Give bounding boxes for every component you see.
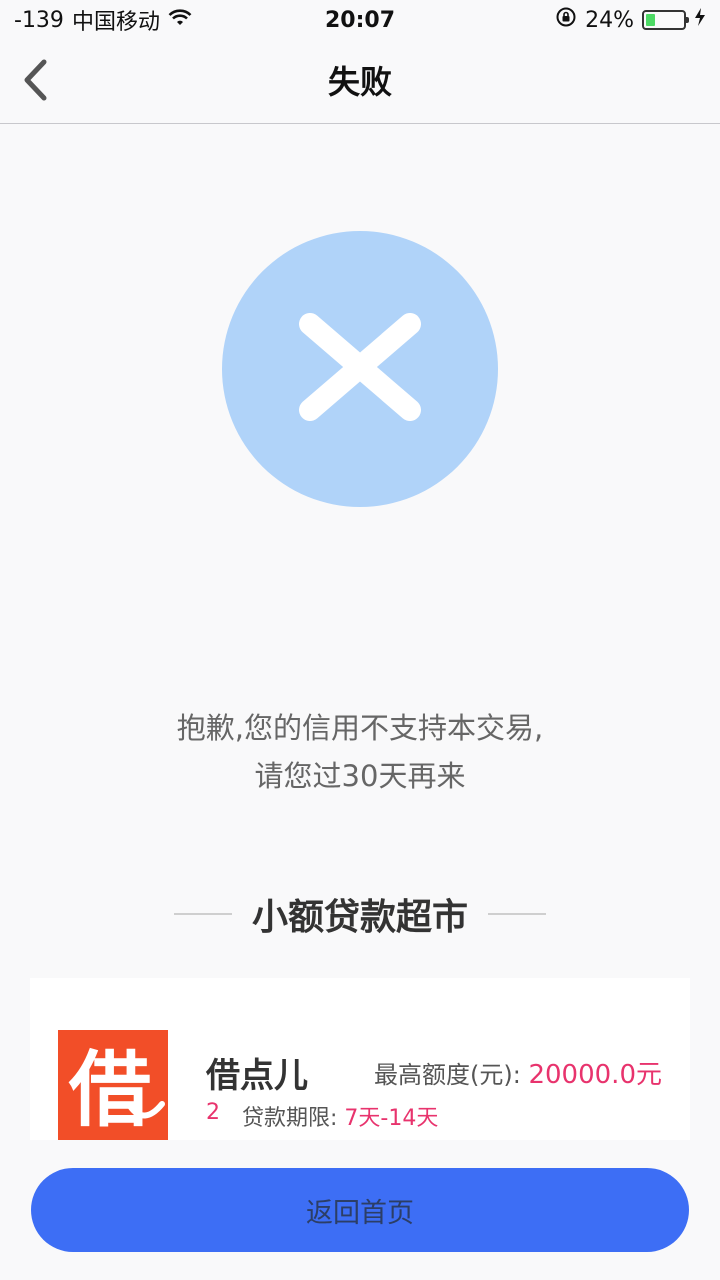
loan-name: 借点儿 — [206, 1056, 308, 1096]
failure-message-line2: 请您过30天再来 — [254, 759, 466, 793]
loan-limit-label: 最高额度(元): — [374, 1061, 521, 1089]
battery-icon — [642, 10, 689, 30]
loan-details: 2 贷款期限: 7天-14天 — [206, 1100, 438, 1132]
chevron-left-icon — [20, 58, 50, 106]
loan-logo-graphic: 借 — [68, 1043, 165, 1138]
failure-message: 抱歉,您的信用不支持本交易, 请您过30天再来 — [0, 704, 720, 800]
divider-left — [173, 913, 232, 915]
failure-message-line1: 抱歉,您的信用不支持本交易, — [176, 711, 544, 745]
status-bar: -139 中国移动 20:07 24% — [0, 0, 720, 40]
page-title: 失败 — [327, 63, 392, 101]
loan-limit-value: 20000.0元 — [528, 1060, 662, 1090]
loan-term-label: 贷款期限: — [242, 1106, 338, 1131]
battery-fill — [646, 14, 655, 26]
loan-term: 贷款期限: 7天-14天 — [242, 1100, 438, 1132]
failure-badge — [222, 231, 498, 507]
close-icon — [298, 312, 422, 426]
loan-logo: 借 — [58, 1030, 168, 1140]
divider-right — [488, 913, 546, 915]
loan-term-value: 7天-14天 — [344, 1106, 439, 1131]
loan-product-card[interactable]: 借 借点儿 最高额度(元): 20000.0元 2 贷款期限: 7天-14天 — [30, 978, 690, 1158]
status-time: 20:07 — [324, 7, 396, 33]
loan-rank: 2 — [206, 1100, 220, 1125]
return-home-button[interactable]: 返回首页 — [31, 1168, 689, 1252]
loan-limit: 最高额度(元): 20000.0元 — [374, 1054, 662, 1091]
section-header: 小额贷款超市 — [0, 888, 720, 940]
loan-logo-text: 借 — [68, 1043, 151, 1138]
nav-bar: 失败 — [0, 40, 720, 124]
section-title: 小额贷款超市 — [251, 897, 468, 938]
back-button[interactable] — [10, 54, 60, 110]
